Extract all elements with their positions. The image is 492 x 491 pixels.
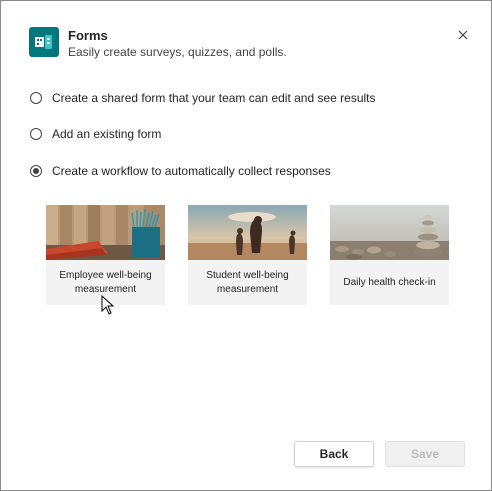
close-button[interactable] [453, 25, 473, 45]
option-label: Create a workflow to automatically colle… [52, 164, 331, 178]
radio-button-selected[interactable] [30, 165, 42, 177]
app-subtitle: Easily create surveys, quizzes, and poll… [68, 45, 287, 59]
stacked-stones-image [330, 205, 449, 260]
radio-button[interactable] [30, 92, 42, 104]
option-label: Create a shared form that your team can … [52, 91, 376, 105]
mouse-cursor-icon [101, 295, 115, 315]
forms-app-icon [29, 27, 59, 57]
template-card-employee[interactable]: Employee well-being measurement [46, 205, 165, 305]
option-shared-form[interactable]: Create a shared form that your team can … [30, 89, 376, 107]
template-card-health[interactable]: Daily health check-in [330, 205, 449, 305]
back-button[interactable]: Back [294, 441, 374, 467]
close-icon [458, 30, 468, 40]
template-label: Student well-being measurement [206, 269, 289, 295]
radio-dot [33, 168, 39, 174]
save-button[interactable]: Save [385, 441, 465, 467]
template-label: Daily health check-in [343, 276, 436, 288]
beach-surfers-image [188, 205, 307, 260]
option-workflow[interactable]: Create a workflow to automatically colle… [30, 162, 331, 180]
template-card-student[interactable]: Student well-being measurement [188, 205, 307, 305]
desk-pencils-image [46, 205, 165, 260]
forms-logo-icon [35, 35, 52, 49]
radio-button[interactable] [30, 128, 42, 140]
app-title: Forms [68, 28, 108, 43]
option-existing-form[interactable]: Add an existing form [30, 125, 161, 143]
forms-dialog: Forms Easily create surveys, quizzes, an… [0, 0, 492, 491]
option-label: Add an existing form [52, 127, 162, 141]
